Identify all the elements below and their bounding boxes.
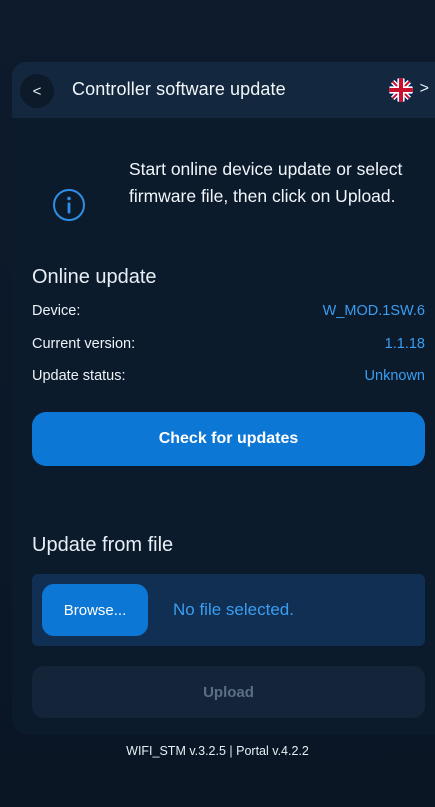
card-content: Start online device update or select fir…	[32, 126, 430, 735]
online-update-title: Online update	[32, 266, 157, 288]
current-version-label: Current version:	[32, 336, 136, 352]
info-icon	[53, 189, 85, 221]
update-status-label: Update status:	[32, 368, 126, 384]
device-row: Device: W_MOD.1SW.6	[32, 303, 425, 323]
uk-flag-graphic	[389, 78, 413, 102]
version-footer: WIFI_STM v.3.2.5 | Portal v.4.2.2	[126, 744, 309, 758]
file-picker: Browse... No file selected.	[32, 574, 425, 646]
device-value: W_MOD.1SW.6	[322, 303, 425, 319]
update-status-value: Unknown	[364, 368, 425, 384]
back-button[interactable]: <	[20, 74, 54, 108]
screen: < Controller software update > Start onl…	[0, 0, 435, 807]
current-version-value: 1.1.18	[384, 336, 425, 352]
device-label: Device:	[32, 303, 81, 319]
check-for-updates-button[interactable]: Check for updates	[32, 412, 425, 466]
current-version-row: Current version: 1.1.18	[32, 336, 425, 356]
file-status-text: No file selected.	[173, 600, 294, 619]
header-bar: < Controller software update >	[12, 62, 435, 118]
update-from-file-title: Update from file	[32, 534, 174, 556]
info-message: Start online device update or select fir…	[129, 159, 403, 206]
upload-button[interactable]: Upload	[32, 666, 425, 718]
info-panel: Start online device update or select fir…	[32, 156, 430, 256]
chevron-left-icon: <	[32, 82, 42, 100]
update-status-row: Update status: Unknown	[32, 368, 425, 388]
update-card: Start online device update or select fir…	[12, 118, 435, 735]
page-title: Controller software update	[72, 79, 286, 99]
browse-button[interactable]: Browse...	[42, 584, 148, 636]
uk-flag-icon[interactable]	[389, 78, 413, 102]
chevron-right-icon[interactable]: >	[420, 80, 429, 98]
